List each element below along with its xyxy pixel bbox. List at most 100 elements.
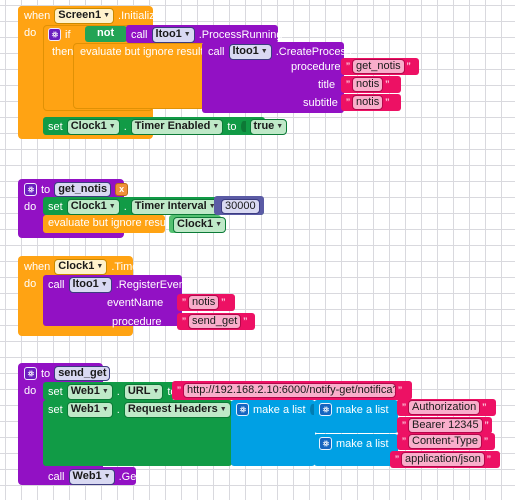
- clock1-timer-header: when Clock1 ▼ .Timer: [24, 258, 143, 275]
- text-notis-subtitle-row: ” notis ”: [346, 95, 389, 110]
- evaluate-ignore-label-1: evaluate but ignore result: [80, 46, 204, 58]
- ltoo1-component-name-2: ltoo1: [232, 44, 259, 57]
- to-keyword-proc-2: to: [41, 367, 51, 380]
- ltoo1-component-dropdown-3[interactable]: ltoo1 ▼: [68, 276, 112, 293]
- gear-icon[interactable]: [236, 403, 249, 416]
- call-keyword-3: call: [48, 278, 65, 291]
- timer-enabled-property-dropdown[interactable]: Timer Enabled ▼: [130, 118, 224, 135]
- timer-interval-property-name: Timer Interval: [134, 199, 207, 212]
- text-value-url[interactable]: http://192.168.2.10:6000/notify-get/noti…: [183, 383, 396, 398]
- component-clock1-dropdown[interactable]: Clock1 ▼: [173, 217, 227, 233]
- value-socket-1: [240, 121, 246, 132]
- call-registerevent-row: call ltoo1 ▼ .RegisterEvent: [48, 276, 188, 293]
- web1-component-name-2: Web1: [70, 402, 100, 415]
- gear-icon[interactable]: [319, 437, 332, 450]
- text-value-content-type[interactable]: Content-Type: [408, 434, 483, 449]
- chevron-down-icon: ▼: [108, 202, 116, 210]
- gear-icon[interactable]: [24, 367, 37, 380]
- text-value-notis-title[interactable]: notis: [352, 77, 384, 92]
- ltoo1-component-dropdown-2[interactable]: ltoo1 ▼: [228, 43, 272, 60]
- call-keyword-2: call: [208, 45, 225, 58]
- call-keyword-1: call: [131, 28, 148, 41]
- procedure-name-field-get-notis[interactable]: get_notis: [54, 182, 112, 197]
- component-clock1-field[interactable]: Clock1 ▼: [173, 217, 227, 233]
- then-label: then: [52, 46, 74, 58]
- clock1-component-dropdown-1[interactable]: Clock1 ▼: [66, 118, 120, 135]
- request-headers-property-dropdown[interactable]: Request Headers ▼: [123, 401, 231, 418]
- web1-component-name-1: Web1: [70, 384, 100, 397]
- set-keyword-4: set: [48, 403, 63, 416]
- set-web1-url-row: set Web1▼ . URL▼ to: [48, 383, 177, 400]
- dot-separator-4: .: [116, 403, 120, 416]
- quote-close-10: ”: [486, 452, 491, 467]
- make-a-list-outer-row: make a list: [236, 402, 315, 417]
- do-label-send-get: do: [24, 385, 37, 397]
- quote-close-9: ”: [484, 434, 489, 449]
- gear-icon[interactable]: [48, 28, 61, 41]
- procedure-name-field-send-get[interactable]: send_get: [54, 366, 111, 381]
- web1-component-dropdown-3[interactable]: Web1 ▼: [68, 468, 115, 485]
- quote-open-9: ”: [402, 434, 406, 449]
- text-get-notis-row: ” get_notis ”: [346, 59, 411, 74]
- close-icon[interactable]: x: [115, 183, 129, 196]
- registerevent-method: .RegisterEvent: [115, 278, 188, 291]
- set-keyword-1: set: [48, 120, 63, 133]
- text-notis-title-row: ” notis ”: [346, 77, 389, 92]
- if-keyword: if: [65, 28, 71, 41]
- quote-close-7: ”: [482, 400, 487, 415]
- arg-label-eventname: eventName: [107, 297, 164, 309]
- clock1-component-name-1: Clock1: [70, 119, 107, 132]
- text-value-send-get[interactable]: send_get: [188, 314, 242, 329]
- web1-component-dropdown-1[interactable]: Web1 ▼: [66, 383, 113, 400]
- quote-close-5: ”: [243, 314, 248, 329]
- blocks-canvas[interactable]: when Screen1 ▼ .Initialize do if not call…: [0, 0, 515, 500]
- timer-interval-property-dropdown[interactable]: Timer Interval ▼: [130, 198, 220, 215]
- timer-enabled-property-name: Timer Enabled: [134, 119, 211, 132]
- call-processrunning-row: call ltoo1 ▼ .ProcessRunning: [131, 26, 283, 43]
- chevron-down-icon: ▼: [152, 387, 160, 395]
- screen1-component-dropdown[interactable]: Screen1 ▼: [54, 7, 115, 24]
- text-authorization-row: ” Authorization ”: [402, 400, 486, 415]
- quote-open-10: ”: [395, 452, 399, 467]
- url-property-name: URL: [127, 384, 151, 397]
- text-value-get-notis[interactable]: get_notis: [352, 59, 405, 74]
- arg-label-title: title: [318, 79, 336, 91]
- text-bearer-token-row: ” Bearer 12345 ”: [402, 418, 489, 433]
- timer-event-name: .Timer: [111, 260, 143, 273]
- clock1-component-dropdown-3[interactable]: Clock1 ▼: [54, 258, 108, 275]
- chevron-down-icon: ▼: [260, 47, 268, 55]
- url-property-dropdown[interactable]: URL ▼: [123, 383, 164, 400]
- not-label: not: [97, 27, 115, 39]
- set-keyword-3: set: [48, 385, 63, 398]
- screen1-component-name: Screen1: [58, 8, 102, 21]
- make-a-list-label-inner-1: make a list: [336, 403, 389, 416]
- to-keyword-proc-1: to: [41, 183, 51, 196]
- set-web1-request-headers-row: set Web1▼ . Request Headers▼ to: [48, 401, 253, 418]
- text-value-bearer-token[interactable]: Bearer 12345: [408, 418, 483, 433]
- procedure-name-get-notis: get_notis: [58, 183, 108, 195]
- ltoo1-component-dropdown-1[interactable]: ltoo1 ▼: [151, 26, 195, 43]
- quote-close-2: ”: [385, 77, 390, 92]
- gear-icon[interactable]: [24, 183, 37, 196]
- web1-component-name-3: Web1: [72, 469, 102, 482]
- createprocess-method: .CreateProcess: [275, 45, 352, 58]
- text-value-notis-event[interactable]: notis: [188, 295, 220, 310]
- make-a-list-inner-2-row: make a list: [319, 436, 389, 451]
- text-value-application-json[interactable]: application/json: [401, 452, 485, 467]
- number-30000-value[interactable]: 30000: [221, 199, 260, 214]
- get-method-name: .Get: [118, 470, 140, 483]
- call-createprocess-row: call ltoo1 ▼ .CreateProcess: [208, 43, 352, 60]
- number-30000-field[interactable]: 30000: [221, 199, 260, 214]
- clock1-component-dropdown-2[interactable]: Clock1 ▼: [66, 198, 120, 215]
- arg-label-procedure: procedure: [291, 61, 341, 73]
- chevron-down-icon: ▼: [103, 11, 111, 19]
- quote-close-3: ”: [385, 95, 390, 110]
- gear-icon[interactable]: [319, 403, 332, 416]
- if-row: if: [48, 27, 71, 42]
- text-value-authorization[interactable]: Authorization: [408, 400, 481, 415]
- web1-component-dropdown-2[interactable]: Web1 ▼: [66, 401, 113, 418]
- true-value-label: true: [253, 119, 275, 132]
- true-value-dropdown[interactable]: true ▼: [249, 118, 288, 135]
- text-url-row: ” http://192.168.2.10:6000/notify-get/no…: [177, 383, 402, 398]
- text-value-notis-subtitle[interactable]: notis: [352, 95, 384, 110]
